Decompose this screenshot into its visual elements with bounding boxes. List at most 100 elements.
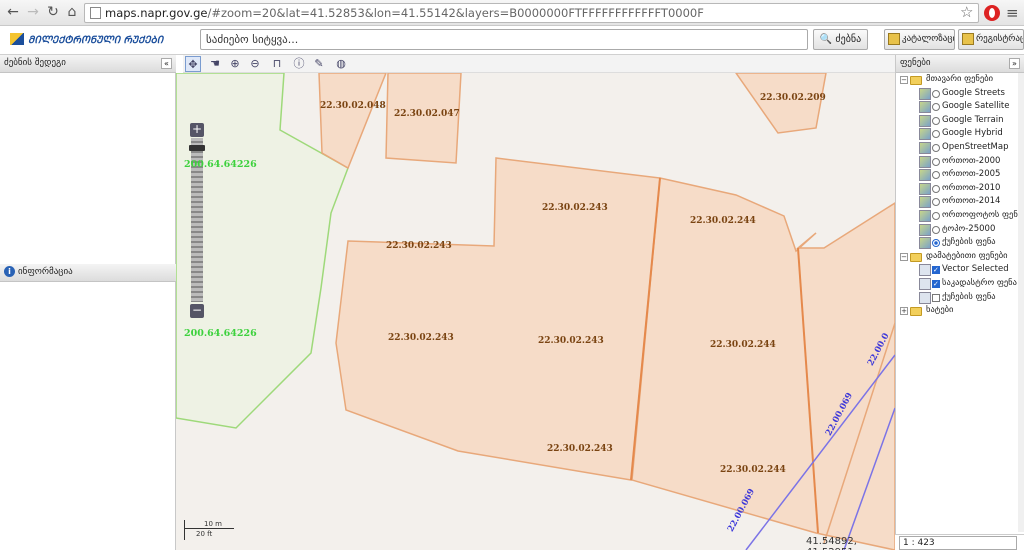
layer-radio[interactable] [932, 103, 940, 112]
parcel-243[interactable] [335, 157, 661, 481]
layer-item[interactable]: ორთოთ-2000 [896, 155, 1020, 169]
layer-item[interactable]: Google Hybrid [896, 127, 1020, 141]
layer-label: Google Streets [942, 87, 1005, 98]
layer-item[interactable]: ორთოთ-2005 [896, 168, 1020, 182]
layer-group-base[interactable]: − მთავარი ფენები [896, 73, 1020, 87]
layer-group-overlay[interactable]: − დამატებითი ფენები [896, 250, 1020, 264]
layer-thumb-icon [919, 114, 931, 127]
layer-thumb-icon [919, 101, 931, 114]
layer-item[interactable]: ორთოფოტოს ფენა [896, 209, 1023, 223]
zoom-plus-icon[interactable]: + [190, 123, 204, 137]
layer-item[interactable]: ქუჩების ფენა [896, 291, 1020, 305]
parcel-048[interactable] [318, 73, 387, 170]
layer-item[interactable]: OpenStreetMap [896, 141, 1020, 155]
layers-tree: − მთავარი ფენები Google Streets Google S… [896, 73, 1023, 318]
layer-thumb-icon [919, 141, 931, 154]
registration-button[interactable]: რეგისტრაცია [958, 29, 1024, 50]
layer-item[interactable]: Google Streets [896, 87, 1020, 101]
layer-checkbox[interactable] [932, 293, 940, 302]
parcel-label: 22.30.02.244 [710, 340, 776, 350]
menu-icon[interactable]: ≡ [1006, 4, 1019, 22]
collapse-group-icon[interactable]: − [900, 76, 908, 84]
layer-label: ქუჩების ფენა [942, 291, 996, 302]
home-icon[interactable]: ⌂ [63, 3, 81, 21]
highlight-tool-icon[interactable]: ✎ [311, 56, 327, 72]
layer-radio[interactable] [932, 130, 940, 139]
layer-item[interactable]: ორთოთ-2014 [896, 195, 1020, 209]
collapse-group-icon[interactable]: − [900, 252, 908, 261]
layer-group-icons[interactable]: + ხატები [896, 304, 1020, 318]
layer-item[interactable]: საკადასტრო ფენა [896, 277, 1020, 292]
layer-item[interactable]: ტოპო-25000 [896, 223, 1020, 237]
registration-button-label: რეგისტრაცია [976, 34, 1023, 44]
layer-label: ტოპო-25000 [942, 223, 996, 234]
layer-checkbox[interactable] [932, 264, 940, 278]
layer-label: ორთოთ-2014 [942, 196, 1001, 207]
collapse-left-icon[interactable]: « [161, 58, 172, 69]
url-path: /#zoom=20&lat=41.52853&lon=41.55142&laye… [207, 6, 704, 20]
reload-icon[interactable]: ↻ [44, 3, 62, 21]
layer-thumb-icon [919, 182, 931, 195]
layer-item[interactable]: Google Terrain [896, 114, 1020, 128]
parcel-label: 22.30.02.244 [720, 465, 786, 475]
layer-thumb-icon [919, 209, 931, 222]
layer-radio[interactable] [932, 157, 940, 166]
scale-selector-box: 1 : 423 [895, 534, 1024, 550]
layer-radio[interactable] [932, 198, 940, 207]
globe-tool-icon[interactable]: ◍ [333, 56, 349, 72]
layer-radio[interactable] [932, 225, 940, 234]
zoom-minus-icon[interactable]: − [190, 304, 204, 318]
search-button[interactable]: 🔍 ძებნა [813, 29, 868, 50]
zoom-out-tool-icon[interactable]: ⊖ [247, 56, 263, 72]
cadastre-button-label: კატალოზაცია [902, 34, 954, 44]
layer-radio[interactable] [932, 116, 940, 125]
layer-item[interactable]: Google Satellite [896, 100, 1020, 114]
expand-group-icon[interactable]: + [900, 307, 908, 316]
forward-arrow-icon[interactable]: → [24, 3, 42, 21]
layer-thumb-icon [919, 196, 931, 209]
map-canvas[interactable]: + − 22.30.02.048 22.30.02.047 22.30.02.2… [176, 73, 895, 550]
site-logo[interactable]: ᲛᲘᲚᲔᲥᲢᲠᲝᲜᲣᲚᲘ ᲠᲣᲥᲔᲑᲘ [10, 32, 163, 46]
layer-radio[interactable] [932, 143, 940, 152]
layer-checkbox[interactable] [932, 278, 940, 292]
layer-radio[interactable] [932, 184, 940, 193]
layer-thumb-icon [919, 237, 931, 250]
layer-label: ორთოფოტოს ფენა [942, 209, 1023, 220]
parcel-244[interactable] [631, 177, 895, 550]
zoom-in-tool-icon[interactable]: ⊕ [227, 56, 243, 72]
layers-scrollbar[interactable] [1018, 73, 1024, 532]
zoom-slider[interactable]: + − [189, 123, 205, 319]
scale-bar: 10 m 20 ft [184, 520, 236, 540]
hand-tool-icon[interactable]: ☚ [207, 56, 223, 72]
collapse-right-icon[interactable]: » [1009, 58, 1020, 69]
cadastre-button[interactable]: კატალოზაცია [884, 29, 955, 50]
parcel-label: 22.30.02.048 [320, 101, 386, 111]
layer-radio-selected[interactable] [932, 239, 940, 248]
layer-thumb-icon [919, 291, 931, 304]
folder-icon [910, 307, 922, 317]
layer-label: Google Satellite [942, 101, 1010, 112]
zone-label: 200.64.64226 [184, 328, 257, 339]
bookmark-star-icon[interactable]: ☆ [960, 3, 973, 21]
layer-radio[interactable] [932, 89, 940, 98]
pan-tool-icon[interactable]: ✥ [185, 56, 201, 72]
search-input[interactable]: საძიებო სიტყვა... [200, 29, 808, 50]
layer-thumb-icon [919, 87, 931, 100]
address-bar[interactable]: maps.napr.gov.ge/#zoom=20&lat=41.52853&l… [84, 3, 979, 23]
layer-radio[interactable] [932, 211, 940, 220]
scale-select[interactable]: 1 : 423 [899, 536, 1017, 550]
layer-label: ორთოთ-2000 [942, 155, 1001, 166]
zone-label: 200.64.64226 [184, 159, 257, 170]
layer-item[interactable]: ქუჩების ფენა [896, 236, 1020, 250]
zoom-handle[interactable] [189, 145, 205, 151]
back-arrow-icon[interactable]: ← [4, 3, 22, 21]
layer-item[interactable]: ორთოთ-2010 [896, 182, 1020, 196]
group-label: ხატები [926, 305, 954, 316]
layer-item[interactable]: Vector Selected [896, 263, 1020, 278]
opera-extension-icon[interactable] [984, 5, 1000, 21]
measure-tool-icon[interactable]: ⊓ [269, 56, 285, 72]
layer-radio[interactable] [932, 171, 940, 180]
parcel-209[interactable] [735, 73, 827, 134]
info-tool-icon[interactable]: ⓘ [291, 56, 307, 72]
layer-label: ორთოთ-2005 [942, 169, 1001, 180]
